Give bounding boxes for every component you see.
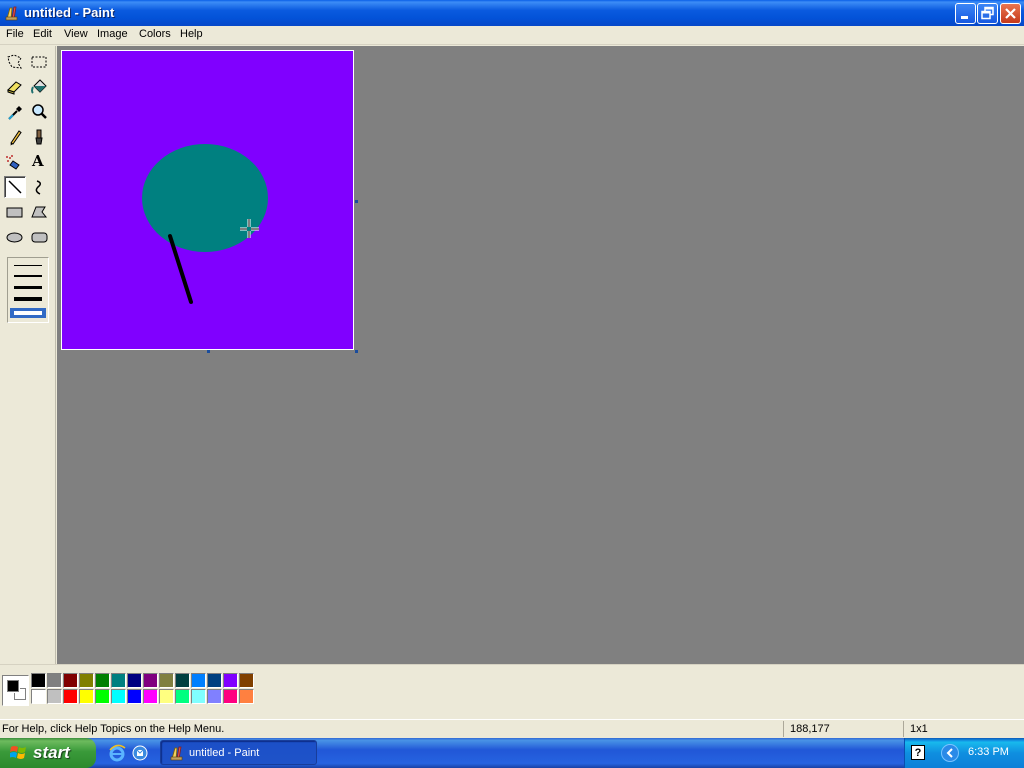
menu-help[interactable]: Help: [177, 28, 206, 40]
status-help-text: For Help, click Help Topics on the Help …: [2, 723, 225, 735]
taskbar-paint-button[interactable]: untitled - Paint: [160, 740, 317, 765]
foreground-color-swatch: [6, 679, 20, 693]
tool-eraser[interactable]: [4, 76, 26, 98]
menu-view[interactable]: View: [61, 28, 91, 40]
palette-swatch[interactable]: [111, 673, 126, 688]
tool-curve[interactable]: [28, 176, 50, 198]
palette-swatch[interactable]: [95, 689, 110, 704]
menu-image[interactable]: Image: [94, 28, 131, 40]
palette-swatch[interactable]: [239, 689, 254, 704]
palette-swatch[interactable]: [111, 689, 126, 704]
outlook-express-icon[interactable]: [131, 744, 149, 762]
palette-swatch[interactable]: [239, 673, 254, 688]
palette-swatch[interactable]: [159, 673, 174, 688]
palette-swatch[interactable]: [143, 689, 158, 704]
paint-taskbar-icon: [169, 745, 185, 761]
palette-swatch[interactable]: [127, 689, 142, 704]
line-width-4[interactable]: [14, 297, 42, 301]
clock: 6:33 PM: [968, 746, 1009, 758]
palette-swatch[interactable]: [143, 673, 158, 688]
palette-swatch[interactable]: [191, 689, 206, 704]
palette-swatch[interactable]: [63, 673, 78, 688]
palette-swatch[interactable]: [207, 673, 222, 688]
internet-explorer-icon[interactable]: [108, 744, 126, 762]
minimize-button[interactable]: [955, 3, 976, 24]
tool-rectangle[interactable]: [4, 201, 26, 223]
close-button[interactable]: [1000, 3, 1021, 24]
status-selection-size: 1x1: [903, 721, 1024, 737]
tool-airbrush[interactable]: [4, 151, 26, 173]
help-icon[interactable]: ?: [911, 745, 925, 760]
line-width-2[interactable]: [14, 275, 42, 277]
palette-swatch[interactable]: [31, 689, 46, 704]
palette-swatch[interactable]: [175, 673, 190, 688]
tool-free-form-select[interactable]: [4, 51, 26, 73]
taskbar: start untitled - Paint ? 6:33 PM: [0, 738, 1024, 768]
current-colors: [2, 675, 29, 706]
menu-colors[interactable]: Colors: [136, 28, 174, 40]
tool-pencil[interactable]: [4, 126, 26, 148]
palette-swatch[interactable]: [79, 689, 94, 704]
palette-swatch[interactable]: [223, 673, 238, 688]
title-bar[interactable]: untitled - Paint: [0, 0, 1024, 26]
restore-button[interactable]: [977, 3, 998, 24]
start-button[interactable]: start: [0, 738, 96, 768]
taskbar-paint-label: untitled - Paint: [189, 747, 260, 759]
line-width-options: [7, 257, 49, 323]
tool-text[interactable]: A: [28, 151, 50, 173]
line-width-1[interactable]: [14, 265, 42, 266]
line-width-3[interactable]: [14, 286, 42, 289]
palette-swatch[interactable]: [127, 673, 142, 688]
windows-flag-icon: [9, 745, 28, 761]
canvas-resize-handle-corner[interactable]: [355, 350, 358, 353]
canvas-resize-handle-right[interactable]: [355, 200, 358, 203]
text-icon: A: [32, 152, 44, 170]
status-coordinates: 188,177: [783, 721, 903, 737]
tool-polygon[interactable]: [28, 201, 50, 223]
palette-swatch[interactable]: [159, 689, 174, 704]
tool-select[interactable]: [28, 51, 50, 73]
start-label: start: [33, 743, 70, 762]
color-palette: [0, 664, 1024, 714]
tool-rounded-rectangle[interactable]: [28, 226, 50, 248]
tool-line[interactable]: [4, 176, 26, 198]
tool-magnifier[interactable]: [28, 101, 50, 123]
palette-swatch[interactable]: [175, 689, 190, 704]
menu-file[interactable]: File: [3, 28, 27, 40]
work-area[interactable]: [57, 46, 1024, 664]
tool-ellipse[interactable]: [4, 226, 26, 248]
palette-swatch[interactable]: [47, 673, 62, 688]
canvas-resize-handle-bottom[interactable]: [207, 350, 210, 353]
line-width-5-sample: [14, 311, 42, 315]
system-tray: ? 6:33 PM: [904, 738, 1024, 768]
palette-swatch[interactable]: [47, 689, 62, 704]
palette-swatch[interactable]: [223, 689, 238, 704]
tool-brush[interactable]: [28, 126, 50, 148]
tool-fill[interactable]: [28, 76, 50, 98]
palette-swatch[interactable]: [191, 673, 206, 688]
tool-pick-color[interactable]: [4, 101, 26, 123]
toolbox: A: [0, 46, 56, 664]
palette-swatch[interactable]: [207, 689, 222, 704]
window-title: untitled - Paint: [24, 5, 115, 20]
palette-swatch[interactable]: [63, 689, 78, 704]
drawing-canvas[interactable]: [61, 50, 354, 350]
palette-swatch[interactable]: [95, 673, 110, 688]
palette-swatch[interactable]: [79, 673, 94, 688]
chevron-left-icon[interactable]: [941, 744, 959, 762]
menu-edit[interactable]: Edit: [30, 28, 55, 40]
palette-swatch[interactable]: [31, 673, 46, 688]
paint-app-icon[interactable]: [4, 5, 20, 21]
status-bar: For Help, click Help Topics on the Help …: [0, 719, 1024, 737]
menu-bar: File Edit View Image Colors Help: [0, 26, 1024, 45]
